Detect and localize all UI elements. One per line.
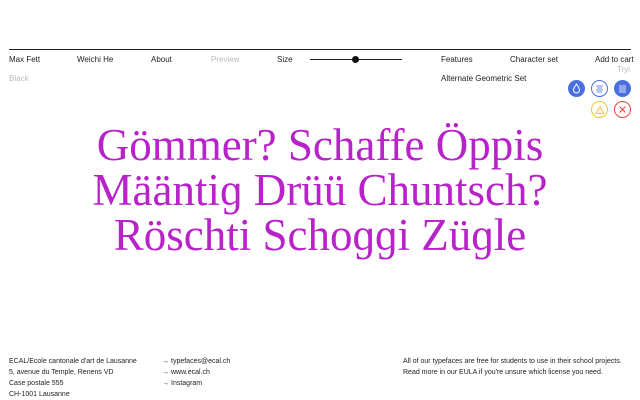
arrow-right-icon: → — [162, 380, 169, 387]
close-icon — [619, 106, 626, 113]
license-text: All of our typefaces are free for studen… — [403, 358, 622, 365]
footer-license: All of our typefaces are free for studen… — [403, 356, 631, 378]
align-justify-icon — [619, 85, 626, 93]
footer-link-website[interactable]: → www.ecal.ch — [162, 367, 230, 378]
align-center-icon — [596, 85, 603, 93]
footer-links: → typefaces@ecal.ch → www.ecal.ch → Instagr… — [162, 356, 230, 389]
trial-label: Tryi — [617, 65, 631, 74]
close-button[interactable] — [614, 101, 631, 118]
nav-designer-weichi-he[interactable]: Weichi He — [77, 55, 113, 65]
size-slider[interactable] — [310, 55, 402, 65]
nav-preview[interactable]: Preview — [211, 55, 239, 65]
type-preview-text[interactable]: Gömmer? Schaffe Öppis Määntiɡ Drüü Chunt… — [0, 123, 640, 258]
address-line: 5, avenue du Temple, Renens VD — [9, 369, 114, 376]
size-slider-thumb[interactable] — [352, 56, 359, 63]
arrow-right-icon: → — [162, 369, 169, 376]
warning-button[interactable] — [591, 101, 608, 118]
footer-link-label: typefaces@ecal.ch — [171, 358, 231, 365]
preview-line-3: Röschti Schoɡɡi Züɡle — [113, 210, 527, 260]
drop-icon — [572, 83, 581, 94]
nav-about[interactable]: About — [151, 55, 172, 65]
align-justify-button[interactable] — [614, 80, 631, 97]
warning-icon — [595, 105, 604, 114]
size-label: Size — [277, 55, 293, 64]
nav-features[interactable]: Features — [441, 55, 473, 65]
align-center-button[interactable] — [591, 80, 608, 97]
preview-line-2: Määntiɡ Drüü Chuntsch? — [92, 165, 548, 215]
nav-designer-max-fett[interactable]: Max Fett — [9, 55, 40, 65]
address-line: CH-1001 Lausanne — [9, 391, 70, 398]
footer-link-label: www.ecal.ch — [171, 369, 210, 376]
footer-link-instagram[interactable]: → Instagram — [162, 378, 230, 389]
header-divider — [9, 49, 631, 50]
license-eula-text[interactable]: Read more in our EULA if you're unsure w… — [403, 367, 631, 378]
address-line: Case postale 555 — [9, 380, 64, 387]
footer-address: ECAL/Ecole cantonale d'art de Lausanne 5… — [9, 356, 137, 400]
footer-link-label: Instagram — [171, 380, 203, 387]
arrow-right-icon: → — [162, 358, 169, 365]
color-drop-button[interactable] — [568, 80, 585, 97]
preview-line-1: Gömmer? Schaffe Öppis — [96, 120, 544, 170]
nav-character-set[interactable]: Character set — [510, 55, 558, 65]
feature-selected[interactable]: Alternate Geometric Set — [441, 74, 526, 84]
add-to-cart-button[interactable]: Add to cart — [595, 55, 634, 65]
address-line: ECAL/Ecole cantonale d'art de Lausanne — [9, 358, 137, 365]
weight-selector[interactable]: Black — [9, 74, 29, 84]
footer-link-email[interactable]: → typefaces@ecal.ch — [162, 356, 230, 367]
